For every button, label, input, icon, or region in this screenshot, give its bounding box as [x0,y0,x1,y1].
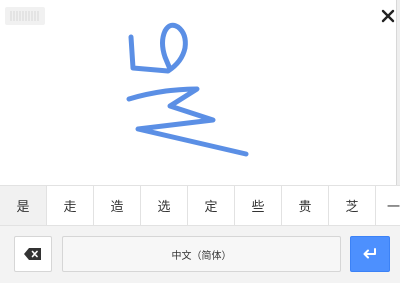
candidate-7[interactable]: 芝 [329,186,376,225]
handwriting-input-panel: 是 走 造 选 定 些 贵 芝 一 中文（简体） [0,0,400,283]
candidate-3[interactable]: 选 [141,186,188,225]
drag-handle-icon [10,11,39,21]
candidate-2[interactable]: 造 [94,186,141,225]
candidate-bar: 是 走 造 选 定 些 贵 芝 一 [0,185,400,226]
backspace-icon [24,248,41,260]
handwriting-canvas[interactable] [0,0,396,185]
candidate-6[interactable]: 贵 [282,186,329,225]
ink-stroke [128,22,188,74]
candidate-4[interactable]: 定 [188,186,235,225]
candidate-1[interactable]: 走 [47,186,94,225]
bottom-controls: 中文（简体） [0,226,400,283]
language-button[interactable]: 中文（简体） [62,236,341,272]
backspace-button[interactable] [14,236,52,272]
enter-icon [363,248,376,259]
candidate-8[interactable]: 一 [376,186,400,225]
close-button[interactable] [380,8,396,24]
enter-button[interactable] [350,236,390,272]
ink-stroke [126,86,249,157]
candidate-5[interactable]: 些 [235,186,282,225]
ink-strokes [126,22,249,157]
drag-handle[interactable] [5,7,45,25]
candidate-0[interactable]: 是 [0,186,47,225]
close-icon [381,9,395,23]
